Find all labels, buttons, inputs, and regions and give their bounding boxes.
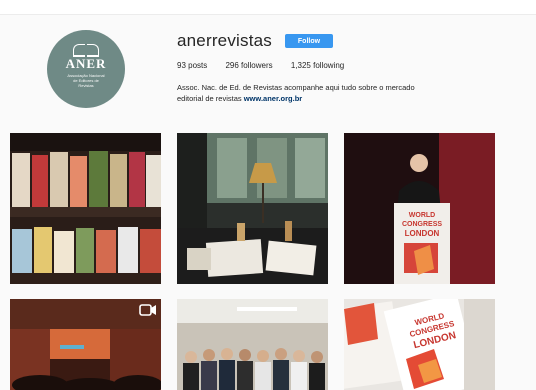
profile-bio: Assoc. Nac. de Ed. de Revistas acompanhe… xyxy=(177,82,477,104)
video-icon xyxy=(139,304,156,316)
congress-magazines-photo: WORLD CONGRESS LONDON xyxy=(344,299,495,390)
table-with-magazines-photo xyxy=(177,133,328,284)
bio-line: editorial de revistas www.aner.org.br xyxy=(177,93,477,104)
bio-text: editorial de revistas xyxy=(177,94,242,103)
avatar-logo-subtitle: Associação Nacional de Editores de Revis… xyxy=(67,73,105,88)
post-thumbnail[interactable] xyxy=(10,133,161,284)
following-count[interactable]: 1,325 following xyxy=(291,61,344,70)
profile-username: anerrevistas xyxy=(177,31,272,50)
group-photo xyxy=(177,299,328,390)
podium-text-line: CONGRESS xyxy=(402,221,442,228)
profile-stats: 93 posts 296 followers 1,325 following xyxy=(177,61,360,70)
avatar-logo-text: ANER xyxy=(65,56,107,71)
follow-button[interactable]: Follow xyxy=(285,34,333,48)
followers-count[interactable]: 296 followers xyxy=(225,61,272,70)
post-thumbnail[interactable] xyxy=(10,299,161,390)
post-thumbnail[interactable] xyxy=(177,133,328,284)
podium-text-line: LONDON xyxy=(405,229,440,238)
profile-avatar[interactable]: ANER Associação Nacional de Editores de … xyxy=(47,30,125,108)
speaker-at-podium-photo: WORLD CONGRESS LONDON xyxy=(344,133,495,284)
bio-line: Assoc. Nac. de Ed. de Revistas acompanhe… xyxy=(177,83,415,92)
podium-text-line: WORLD xyxy=(409,212,435,219)
bio-link[interactable]: www.aner.org.br xyxy=(244,94,302,103)
magazine-rack-photo xyxy=(10,133,161,284)
open-book-icon xyxy=(73,44,99,57)
post-thumbnail[interactable]: WORLD CONGRESS LONDON xyxy=(344,299,495,390)
post-thumbnail[interactable] xyxy=(177,299,328,390)
top-nav-bar xyxy=(0,0,536,15)
posts-count: 93 posts xyxy=(177,61,208,70)
post-thumbnail[interactable]: WORLD CONGRESS LONDON xyxy=(344,133,495,284)
